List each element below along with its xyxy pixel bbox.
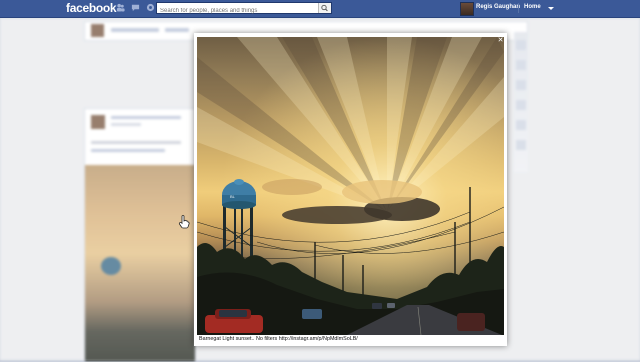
account-caret-icon[interactable] [548, 7, 554, 10]
profile-avatar[interactable] [460, 2, 474, 16]
top-navigation-bar: facebook Regis Gaughan Home [0, 0, 640, 18]
home-link[interactable]: Home [524, 4, 541, 10]
hand-cursor-icon [178, 215, 190, 229]
search-button[interactable] [318, 3, 331, 13]
notification-jewels [116, 3, 155, 12]
notifications-icon[interactable] [146, 3, 155, 12]
search-input[interactable] [157, 6, 318, 16]
friend-requests-icon[interactable] [116, 3, 125, 12]
search-icon [321, 4, 328, 12]
facebook-logo[interactable]: facebook [66, 1, 117, 15]
nav-divider [518, 3, 519, 13]
photo-caption: Barnegat Light sunset.. No filters http:… [199, 336, 358, 342]
search-box [156, 2, 332, 16]
profile-name-link[interactable]: Regis Gaughan [476, 4, 520, 10]
close-icon[interactable]: ✕ [497, 37, 504, 44]
photo-viewer: BL Barnegat Light sunset.. No filters ht… [194, 33, 507, 346]
photo-caption-bar: Barnegat Light sunset.. No filters http:… [197, 335, 504, 344]
svg-text:BL: BL [230, 194, 236, 199]
sunset-photo[interactable]: BL [197, 37, 504, 335]
messages-icon[interactable] [131, 3, 140, 12]
